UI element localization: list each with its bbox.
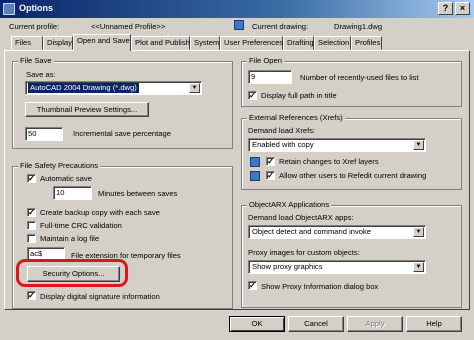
current-drawing-label: Current drawing: bbox=[252, 22, 309, 31]
recent-files-input[interactable]: 9 bbox=[248, 70, 292, 84]
tab-label: Profiles bbox=[355, 38, 381, 47]
demand-load-arx-label: Demand load ObjectARX apps: bbox=[248, 213, 354, 222]
chevron-down-icon[interactable]: ▼ bbox=[413, 140, 424, 150]
help-button[interactable]: Help bbox=[406, 316, 462, 332]
automatic-save-label: Automatic save bbox=[40, 174, 92, 183]
drawing-icon bbox=[234, 20, 244, 30]
xref-icon bbox=[250, 157, 260, 167]
objectarx-group-label: ObjectARX Applications bbox=[247, 200, 332, 209]
proxy-info-checkbox[interactable]: ✓ bbox=[248, 281, 257, 290]
recent-files-label: Number of recently-used files to list bbox=[300, 73, 419, 82]
demand-load-arx-dropdown[interactable]: Object detect and command invoke ▼ bbox=[248, 225, 426, 239]
tab-selection[interactable]: Selection bbox=[314, 36, 351, 50]
tab-label: Open and Save bbox=[77, 36, 130, 45]
window-title: Options bbox=[19, 3, 53, 13]
demand-load-arx-value: Object detect and command invoke bbox=[252, 227, 372, 236]
minutes-between-saves-label: Minutes between saves bbox=[98, 189, 178, 198]
tab-label: Drafting bbox=[287, 38, 314, 47]
crc-validation-checkbox[interactable] bbox=[27, 221, 36, 230]
xref-icon bbox=[250, 171, 260, 181]
proxy-images-label: Proxy images for custom objects: bbox=[248, 248, 360, 257]
tab-drafting[interactable]: Drafting bbox=[283, 36, 314, 50]
app-icon bbox=[3, 3, 15, 15]
tab-label: Plot and Publish bbox=[135, 38, 190, 47]
allow-refedit-checkbox[interactable]: ✓ bbox=[266, 171, 275, 180]
tab-display[interactable]: Display bbox=[43, 36, 73, 50]
demand-load-xrefs-value: Enabled with copy bbox=[252, 140, 314, 149]
title-bar: Options ? × bbox=[0, 0, 474, 18]
demand-load-xrefs-label: Demand load Xrefs: bbox=[248, 126, 316, 135]
current-profile-label: Current profile: bbox=[9, 22, 60, 31]
tab-label: Files bbox=[15, 38, 32, 47]
tab-label: Selection bbox=[318, 38, 350, 47]
file-safety-group-label: File Safety Precautions bbox=[18, 161, 101, 170]
tab-label: Display bbox=[47, 38, 72, 47]
thumbnail-preview-settings-button[interactable]: Thumbnail Preview Settings... bbox=[25, 102, 149, 117]
log-file-checkbox[interactable] bbox=[27, 234, 36, 243]
incremental-save-label: Incremental save percentage bbox=[73, 129, 171, 138]
tab-files[interactable]: Files bbox=[11, 36, 43, 50]
save-as-value: AutoCAD 2004 Drawing (*.dwg) bbox=[28, 83, 139, 93]
tab-user-preferences[interactable]: User Preferences bbox=[220, 36, 283, 50]
tab-profiles[interactable]: Profiles bbox=[351, 36, 382, 50]
tab-label: User Preferences bbox=[224, 38, 284, 47]
cancel-button[interactable]: Cancel bbox=[288, 316, 344, 332]
minutes-between-saves-input[interactable]: 10 bbox=[53, 186, 92, 200]
full-path-label: Display full path in title bbox=[261, 91, 337, 100]
ok-button[interactable]: OK bbox=[229, 316, 285, 332]
digital-signature-checkbox[interactable]: ✓ bbox=[27, 291, 36, 300]
log-file-label: Maintain a log file bbox=[40, 234, 100, 243]
automatic-save-checkbox[interactable]: ✓ bbox=[27, 174, 36, 183]
current-profile-value: <<Unnamed Profile>> bbox=[91, 22, 166, 31]
save-as-label: Save as: bbox=[26, 70, 56, 79]
tab-system[interactable]: System bbox=[190, 36, 220, 50]
proxy-info-label: Show Proxy Information dialog box bbox=[261, 282, 379, 291]
chevron-down-icon[interactable]: ▼ bbox=[413, 262, 424, 272]
save-as-dropdown[interactable]: AutoCAD 2004 Drawing (*.dwg) ▼ bbox=[25, 81, 202, 95]
backup-copy-label: Create backup copy with each save bbox=[40, 208, 160, 217]
retain-changes-checkbox[interactable]: ✓ bbox=[266, 157, 275, 166]
current-drawing-value: Drawing1.dwg bbox=[334, 22, 383, 31]
tab-open-and-save[interactable]: Open and Save bbox=[73, 34, 131, 51]
crc-validation-label: Full-time CRC validation bbox=[40, 221, 122, 230]
allow-refedit-label: Allow other users to Refedit current dra… bbox=[279, 171, 427, 180]
chevron-down-icon[interactable]: ▼ bbox=[413, 227, 424, 237]
proxy-images-value: Show proxy graphics bbox=[252, 262, 323, 271]
file-save-group-label: File Save bbox=[18, 56, 54, 65]
file-open-group-label: File Open bbox=[247, 56, 284, 65]
backup-copy-checkbox[interactable]: ✓ bbox=[27, 208, 36, 217]
tab-plot-and-publish[interactable]: Plot and Publish bbox=[131, 36, 190, 50]
full-path-checkbox[interactable]: ✓ bbox=[248, 91, 257, 100]
demand-load-xrefs-dropdown[interactable]: Enabled with copy ▼ bbox=[248, 138, 426, 152]
xrefs-group-label: External References (Xrefs) bbox=[247, 113, 345, 122]
proxy-images-dropdown[interactable]: Show proxy graphics ▼ bbox=[248, 260, 426, 274]
highlight-circle bbox=[16, 259, 128, 287]
chevron-down-icon[interactable]: ▼ bbox=[189, 83, 200, 93]
help-icon[interactable]: ? bbox=[438, 2, 453, 15]
incremental-save-input[interactable]: 50 bbox=[25, 127, 63, 141]
digital-signature-label: Display digital signature information bbox=[40, 292, 160, 301]
tab-label: System bbox=[194, 38, 220, 47]
close-icon[interactable]: × bbox=[455, 2, 470, 15]
retain-changes-label: Retain changes to Xref layers bbox=[279, 157, 379, 166]
apply-button[interactable]: Apply bbox=[347, 316, 403, 332]
